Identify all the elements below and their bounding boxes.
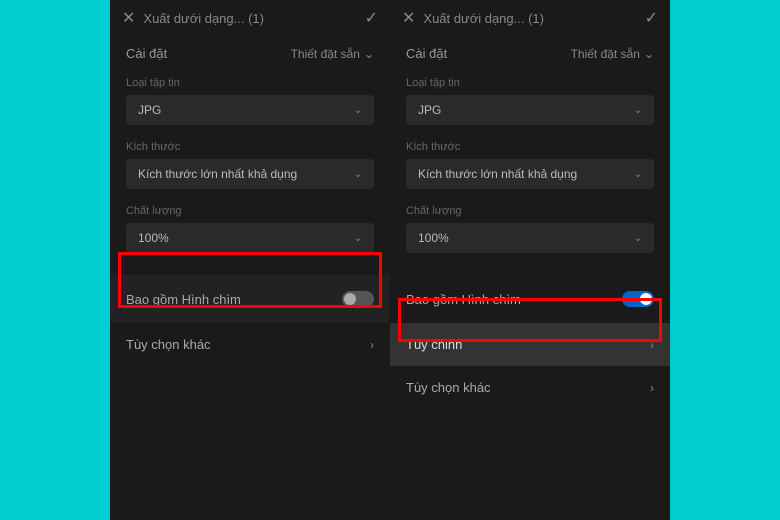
quality-select[interactable]: 100% ⌄ — [406, 223, 654, 253]
customize-row[interactable]: Tùy chỉnh › — [390, 323, 670, 366]
settings-header: Cài đặt Thiết đặt sẵn ⌄ — [110, 36, 390, 71]
other-options-label: Tùy chọn khác — [126, 337, 211, 352]
quality-group: Chất lượng 100% ⌄ — [390, 199, 670, 263]
quality-select[interactable]: 100% ⌄ — [126, 223, 374, 253]
check-icon[interactable]: ✓ — [365, 8, 378, 28]
chevron-down-icon: ⌄ — [354, 169, 362, 180]
size-value: Kích thước lớn nhất khả dụng — [138, 167, 297, 181]
other-options-row[interactable]: Tùy chọn khác › — [390, 366, 670, 409]
settings-label: Cài đặt — [126, 46, 167, 61]
other-options-row[interactable]: Tùy chọn khác › — [110, 323, 390, 366]
chevron-down-icon: ⌄ — [354, 233, 362, 244]
right-panel: ✕ Xuất dưới dạng... (1) ✓ Cài đặt Thiết … — [390, 0, 670, 520]
chevron-down-icon: ⌄ — [634, 233, 642, 244]
watermark-toggle[interactable] — [622, 291, 654, 307]
quality-label: Chất lượng — [126, 205, 374, 217]
file-type-value: JPG — [418, 103, 441, 117]
toggle-knob — [640, 293, 652, 305]
size-label: Kích thước — [406, 141, 654, 153]
settings-header: Cài đặt Thiết đặt sẵn ⌄ — [390, 36, 670, 71]
file-type-select[interactable]: JPG ⌄ — [406, 95, 654, 125]
chevron-down-icon: ⌄ — [634, 169, 642, 180]
size-group: Kích thước Kích thước lớn nhất khả dụng … — [390, 135, 670, 199]
file-type-label: Loại tập tin — [126, 77, 374, 89]
chevron-down-icon: ⌄ — [644, 47, 654, 61]
panel-header: ✕ Xuất dưới dạng... (1) ✓ — [390, 0, 670, 36]
preset-button[interactable]: Thiết đặt sẵn ⌄ — [571, 47, 654, 61]
watermark-label: Bao gồm Hình chìm — [406, 292, 521, 307]
watermark-toggle[interactable] — [342, 291, 374, 307]
settings-label: Cài đặt — [406, 46, 447, 61]
file-type-value: JPG — [138, 103, 161, 117]
left-panel: ✕ Xuất dưới dạng... (1) ✓ Cài đặt Thiết … — [110, 0, 390, 520]
customize-label: Tùy chỉnh — [406, 337, 462, 352]
other-options-label: Tùy chọn khác — [406, 380, 491, 395]
toggle-knob — [344, 293, 356, 305]
preset-label: Thiết đặt sẵn — [571, 47, 640, 61]
chevron-right-icon: › — [650, 381, 654, 395]
file-type-select[interactable]: JPG ⌄ — [126, 95, 374, 125]
size-select[interactable]: Kích thước lớn nhất khả dụng ⌄ — [126, 159, 374, 189]
chevron-down-icon: ⌄ — [364, 47, 374, 61]
chevron-down-icon: ⌄ — [354, 105, 362, 116]
chevron-right-icon: › — [370, 338, 374, 352]
watermark-row: Bao gồm Hình chìm — [110, 275, 390, 323]
file-type-group: Loại tập tin JPG ⌄ — [110, 71, 390, 135]
quality-label: Chất lượng — [406, 205, 654, 217]
quality-value: 100% — [138, 231, 169, 245]
chevron-down-icon: ⌄ — [634, 105, 642, 116]
panel-title: Xuất dưới dạng... (1) — [423, 11, 544, 26]
preset-button[interactable]: Thiết đặt sẵn ⌄ — [291, 47, 374, 61]
file-type-label: Loại tập tin — [406, 77, 654, 89]
panel-title: Xuất dưới dạng... (1) — [143, 11, 264, 26]
check-icon[interactable]: ✓ — [645, 8, 658, 28]
watermark-label: Bao gồm Hình chìm — [126, 292, 241, 307]
size-group: Kích thước Kích thước lớn nhất khả dụng … — [110, 135, 390, 199]
watermark-row: Bao gồm Hình chìm — [390, 275, 670, 323]
size-value: Kích thước lớn nhất khả dụng — [418, 167, 577, 181]
quality-group: Chất lượng 100% ⌄ — [110, 199, 390, 263]
size-label: Kích thước — [126, 141, 374, 153]
chevron-right-icon: › — [650, 338, 654, 352]
preset-label: Thiết đặt sẵn — [291, 47, 360, 61]
file-type-group: Loại tập tin JPG ⌄ — [390, 71, 670, 135]
close-icon[interactable]: ✕ — [122, 8, 135, 28]
size-select[interactable]: Kích thước lớn nhất khả dụng ⌄ — [406, 159, 654, 189]
close-icon[interactable]: ✕ — [402, 8, 415, 28]
panel-header: ✕ Xuất dưới dạng... (1) ✓ — [110, 0, 390, 36]
quality-value: 100% — [418, 231, 449, 245]
